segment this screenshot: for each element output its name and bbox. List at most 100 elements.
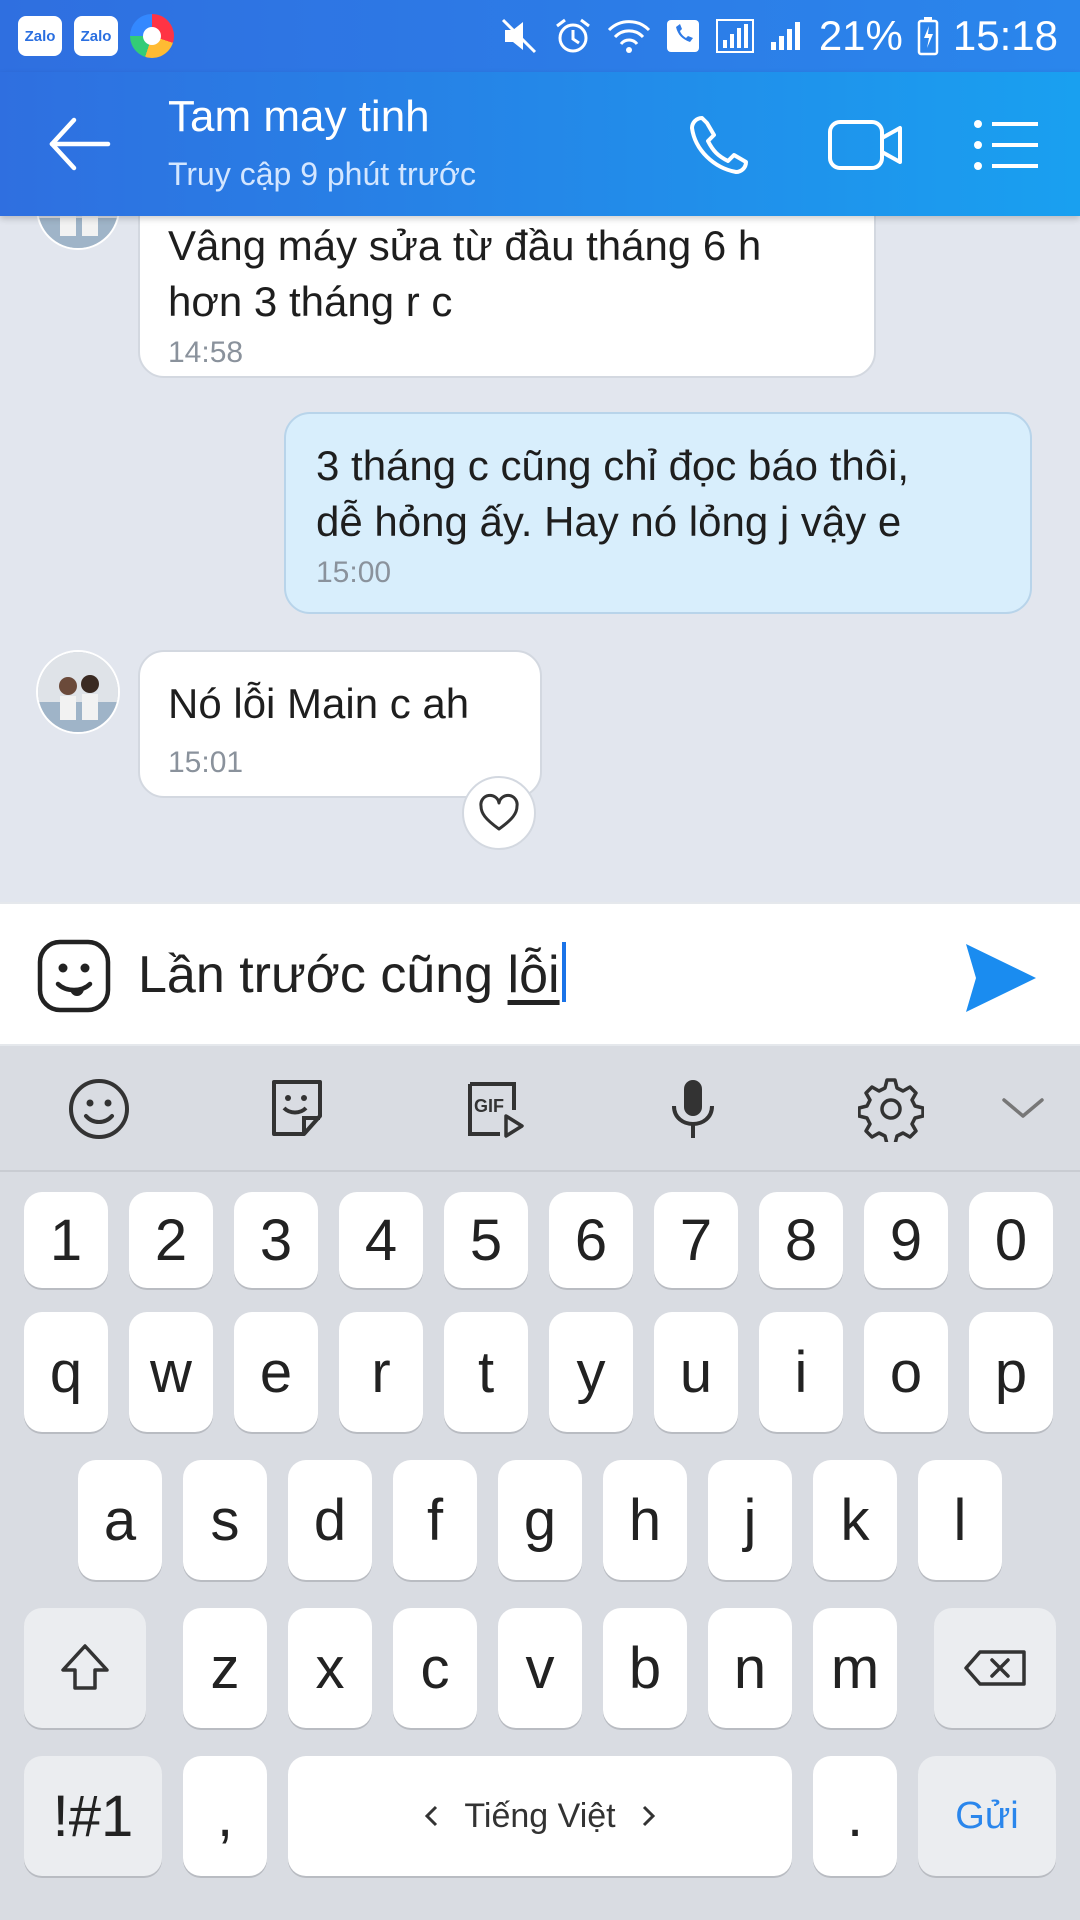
key-e[interactable]: e [234, 1312, 318, 1432]
signal-sim2-icon [770, 22, 800, 50]
contact-avatar[interactable] [36, 216, 120, 250]
key-g[interactable]: g [498, 1460, 582, 1580]
battery-percent: 21% [818, 12, 903, 59]
gif-icon[interactable]: GIF [462, 1076, 528, 1142]
contact-avatar[interactable] [36, 650, 120, 734]
emoji-icon[interactable] [66, 1076, 132, 1142]
key-7[interactable]: 7 [654, 1192, 738, 1288]
chat-menu-button[interactable] [970, 110, 1050, 180]
zalo-notification-icon: Zalo [18, 16, 62, 56]
message-bubble-incoming[interactable]: Vâng máy sửa từ đầu tháng 6 h hơn 3 thán… [138, 216, 876, 378]
message-composer: Lần trước cũng lỗi [0, 902, 1080, 1046]
key-9[interactable]: 9 [864, 1192, 948, 1288]
video-call-button[interactable] [826, 110, 906, 180]
key-i[interactable]: i [759, 1312, 843, 1432]
on-screen-keyboard: GIF 1 2 3 4 5 6 7 8 9 0 q w e r t y u i … [0, 1046, 1080, 1920]
shift-key[interactable] [24, 1608, 146, 1728]
key-3[interactable]: 3 [234, 1192, 318, 1288]
space-language-label: Tiếng Việt [424, 1797, 655, 1836]
period-key[interactable]: . [813, 1756, 897, 1876]
key-a[interactable]: a [78, 1460, 162, 1580]
message-text-line: 3 tháng c cũng chỉ đọc báo thôi, [316, 442, 910, 489]
chevron-left-icon [425, 1805, 438, 1827]
key-t[interactable]: t [444, 1312, 528, 1432]
text-cursor [561, 942, 566, 1002]
key-k[interactable]: k [813, 1460, 897, 1580]
key-r[interactable]: r [339, 1312, 423, 1432]
key-4[interactable]: 4 [339, 1192, 423, 1288]
key-8[interactable]: 8 [759, 1192, 843, 1288]
call-status-icon [666, 20, 699, 52]
shift-icon [61, 1644, 109, 1690]
input-committed-text: Lần trước cũng [138, 946, 508, 1004]
message-text-line: Vâng máy sửa từ đầu tháng 6 h [168, 222, 762, 269]
zalo-notification-icon: Zalo [74, 16, 118, 56]
message-bubble-outgoing[interactable]: 3 tháng c cũng chỉ đọc báo thôi, dễ hỏng… [284, 412, 1032, 614]
key-l[interactable]: l [918, 1460, 1002, 1580]
send-key-label: Gửi [955, 1794, 1019, 1837]
key-v[interactable]: v [498, 1608, 582, 1728]
key-j[interactable]: j [708, 1460, 792, 1580]
key-s[interactable]: s [183, 1460, 267, 1580]
symbols-key[interactable]: !#1 [24, 1756, 162, 1876]
key-q[interactable]: q [24, 1312, 108, 1432]
key-o[interactable]: o [864, 1312, 948, 1432]
send-button[interactable] [960, 940, 1040, 1016]
message-timestamp: 15:01 [168, 746, 244, 779]
key-w[interactable]: w [129, 1312, 213, 1432]
key-u[interactable]: u [654, 1312, 738, 1432]
sticker-icon[interactable] [264, 1076, 330, 1142]
key-f[interactable]: f [393, 1460, 477, 1580]
backspace-icon [964, 1650, 1026, 1686]
key-m[interactable]: m [813, 1608, 897, 1728]
chevron-right-icon [642, 1805, 655, 1827]
key-x[interactable]: x [288, 1608, 372, 1728]
signal-sim1-icon [715, 19, 754, 53]
message-text-line: hơn 3 tháng r c [168, 278, 453, 325]
system-icons: 21% 15:18 [499, 10, 1058, 62]
space-key[interactable]: Tiếng Việt [288, 1756, 792, 1876]
key-0[interactable]: 0 [969, 1192, 1053, 1288]
key-p[interactable]: p [969, 1312, 1053, 1432]
chat-header: Tam may tinh Truy cập 9 phút trước [0, 72, 1080, 216]
message-text-line: dễ hỏng ấy. Hay nó lỏng j vậy e [316, 498, 902, 545]
comma-key[interactable]: , [183, 1756, 267, 1876]
contact-name[interactable]: Tam may tinh [168, 92, 430, 142]
message-bubble-incoming[interactable]: Nó lỗi Main c ah 15:01 [138, 650, 542, 798]
message-timestamp: 14:58 [168, 336, 244, 369]
key-h[interactable]: h [603, 1460, 687, 1580]
key-z[interactable]: z [183, 1608, 267, 1728]
alarm-icon [555, 18, 590, 53]
keyboard-toolbar: GIF [0, 1046, 1080, 1172]
clock: 15:18 [952, 12, 1058, 59]
phone-call-button[interactable] [682, 110, 762, 180]
message-timestamp: 15:00 [316, 556, 392, 589]
key-n[interactable]: n [708, 1608, 792, 1728]
key-1[interactable]: 1 [24, 1192, 108, 1288]
send-key[interactable]: Gửi [918, 1756, 1056, 1876]
message-text-line: Nó lỗi Main c ah [168, 680, 470, 727]
key-y[interactable]: y [549, 1312, 633, 1432]
last-seen-status: Truy cập 9 phút trước [168, 156, 476, 192]
status-bar: Zalo Zalo 21% 15:18 [0, 0, 1080, 72]
notification-icons: Zalo Zalo [18, 14, 174, 58]
wifi-icon [607, 20, 650, 53]
key-c[interactable]: c [393, 1608, 477, 1728]
message-list[interactable]: Vâng máy sửa từ đầu tháng 6 h hơn 3 thán… [0, 216, 1080, 902]
back-button[interactable] [44, 112, 124, 176]
gif-label: GIF [474, 1096, 504, 1116]
key-2[interactable]: 2 [129, 1192, 213, 1288]
key-d[interactable]: d [288, 1460, 372, 1580]
input-composing-text: lỗi [507, 946, 560, 1004]
heart-icon [479, 793, 519, 831]
microphone-icon[interactable] [660, 1076, 726, 1142]
backspace-key[interactable] [934, 1608, 1056, 1728]
react-heart-button[interactable] [462, 776, 536, 850]
key-6[interactable]: 6 [549, 1192, 633, 1288]
sticker-button[interactable] [36, 938, 112, 1014]
collapse-keyboard-icon[interactable] [990, 1076, 1056, 1142]
key-5[interactable]: 5 [444, 1192, 528, 1288]
message-input[interactable]: Lần trước cũng lỗi [138, 942, 566, 1005]
settings-icon[interactable] [858, 1076, 924, 1142]
key-b[interactable]: b [603, 1608, 687, 1728]
